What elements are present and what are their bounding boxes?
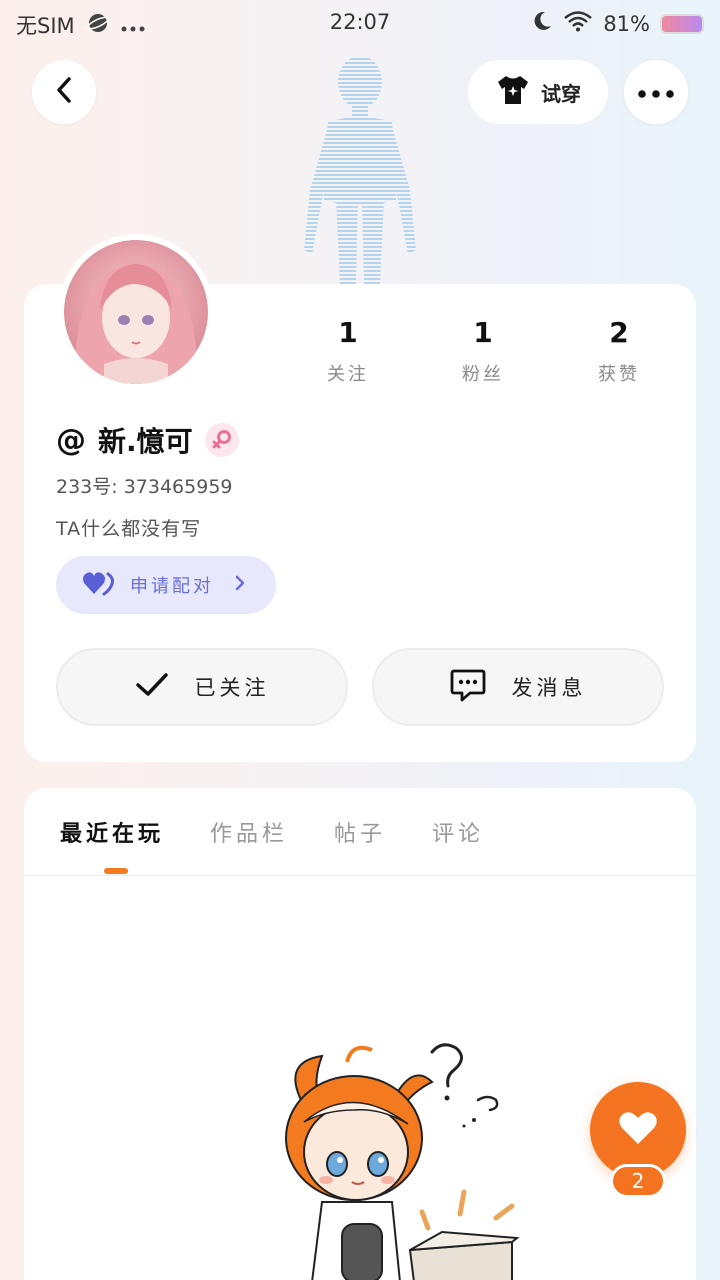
- content-card: 最近在玩 作品栏 帖子 评论: [24, 788, 696, 1280]
- like-count-badge: 2: [610, 1164, 666, 1198]
- tab-posts[interactable]: 帖子: [334, 816, 386, 862]
- status-bar: 无SIM 22:07 81%: [0, 0, 720, 46]
- tab-comments[interactable]: 评论: [432, 816, 484, 862]
- more-dots-icon: [638, 83, 674, 102]
- empty-state-mascot: [242, 1042, 522, 1280]
- stat-followers-label: 粉丝: [462, 364, 504, 385]
- stat-followers[interactable]: 1 粉丝: [433, 316, 533, 386]
- shirt-icon: [495, 74, 531, 111]
- hearts-icon: [82, 570, 116, 601]
- chevron-right-icon: [234, 574, 246, 597]
- username: 新.憶可: [98, 425, 193, 458]
- moon-icon: [531, 10, 553, 37]
- name-prefix: @: [56, 422, 86, 458]
- tab-recently-played[interactable]: 最近在玩: [60, 816, 164, 862]
- stat-following-label: 关注: [327, 364, 369, 385]
- tab-divider: [24, 875, 696, 876]
- tab-bar: 最近在玩 作品栏 帖子 评论: [60, 816, 484, 862]
- avatar[interactable]: [58, 234, 214, 390]
- followed-label: 已关注: [194, 676, 270, 700]
- request-pair-label: 申请配对: [130, 576, 214, 597]
- user-bio: TA什么都没有写: [56, 518, 202, 540]
- send-message-label: 发消息: [511, 676, 587, 700]
- stat-likes[interactable]: 2 获赞: [569, 316, 669, 386]
- back-button[interactable]: [32, 60, 96, 124]
- tab-indicator: [104, 868, 128, 874]
- chevron-left-icon: [54, 76, 74, 108]
- request-pair-button[interactable]: 申请配对: [56, 556, 276, 614]
- avatar-hologram: [300, 50, 420, 284]
- checkmark-icon: [135, 672, 169, 703]
- user-id: 233号: 373465959: [56, 476, 233, 498]
- more-options-button[interactable]: [624, 60, 688, 124]
- stat-following[interactable]: 1 关注: [298, 316, 398, 386]
- chat-bubble-icon: [450, 668, 486, 707]
- stat-followers-value: 1: [473, 316, 493, 349]
- heart-icon: [618, 1110, 658, 1150]
- name-row: @ 新.憶可: [56, 420, 239, 460]
- followed-button[interactable]: 已关注: [56, 648, 348, 726]
- tab-works[interactable]: 作品栏: [210, 816, 288, 862]
- avatar-image: [64, 240, 208, 384]
- female-icon: [204, 423, 239, 457]
- battery-label: 81%: [603, 11, 650, 36]
- stat-following-value: 1: [338, 316, 358, 349]
- status-right: 81%: [531, 10, 704, 37]
- stat-likes-label: 获赞: [598, 364, 640, 385]
- battery-icon: [660, 13, 704, 34]
- stat-likes-value: 2: [609, 316, 629, 349]
- wifi-icon: [563, 10, 593, 37]
- try-on-button[interactable]: 试穿: [468, 60, 608, 124]
- send-message-button[interactable]: 发消息: [372, 648, 664, 726]
- try-on-label: 试穿: [541, 81, 581, 106]
